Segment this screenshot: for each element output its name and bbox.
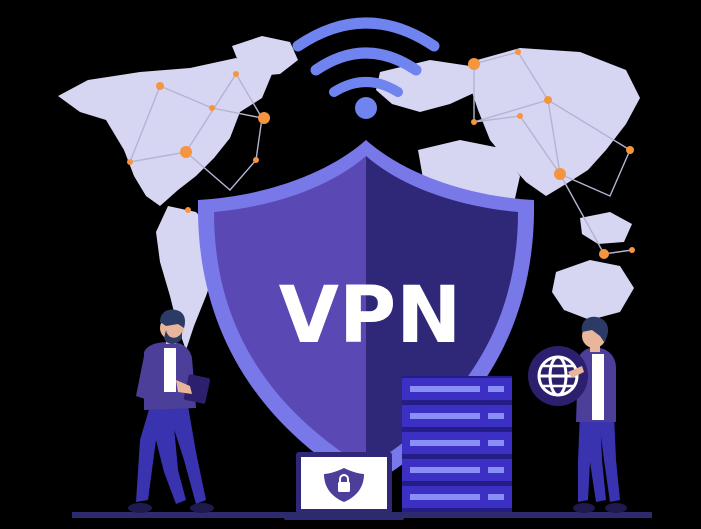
laptop-icon	[284, 452, 404, 520]
shield-label: VPN	[279, 271, 462, 361]
map-node	[544, 96, 552, 104]
server-slot	[410, 413, 480, 419]
server-led	[488, 413, 504, 419]
map-node	[127, 159, 133, 165]
map-node	[517, 113, 523, 119]
server-slot	[410, 386, 480, 392]
vpn-illustration: VPN	[0, 0, 701, 529]
server-led	[488, 440, 504, 446]
server-led	[488, 494, 504, 500]
map-node	[599, 249, 609, 259]
server-slot	[410, 467, 480, 473]
map-node	[253, 157, 259, 163]
map-node	[233, 71, 239, 77]
map-node	[156, 82, 164, 90]
server-led	[488, 386, 504, 392]
server-slot	[410, 440, 480, 446]
map-node	[626, 146, 634, 154]
map-node	[629, 247, 635, 253]
map-node	[471, 119, 477, 125]
map-node	[185, 207, 191, 213]
map-node	[554, 168, 566, 180]
server-units	[402, 378, 512, 508]
server-slot	[410, 494, 480, 500]
map-node	[515, 49, 521, 55]
globe-icon	[528, 346, 588, 406]
map-node	[209, 105, 215, 111]
map-node	[468, 58, 480, 70]
server-led	[488, 467, 504, 473]
map-node	[180, 146, 192, 158]
ground	[72, 512, 652, 518]
map-node	[258, 112, 270, 124]
